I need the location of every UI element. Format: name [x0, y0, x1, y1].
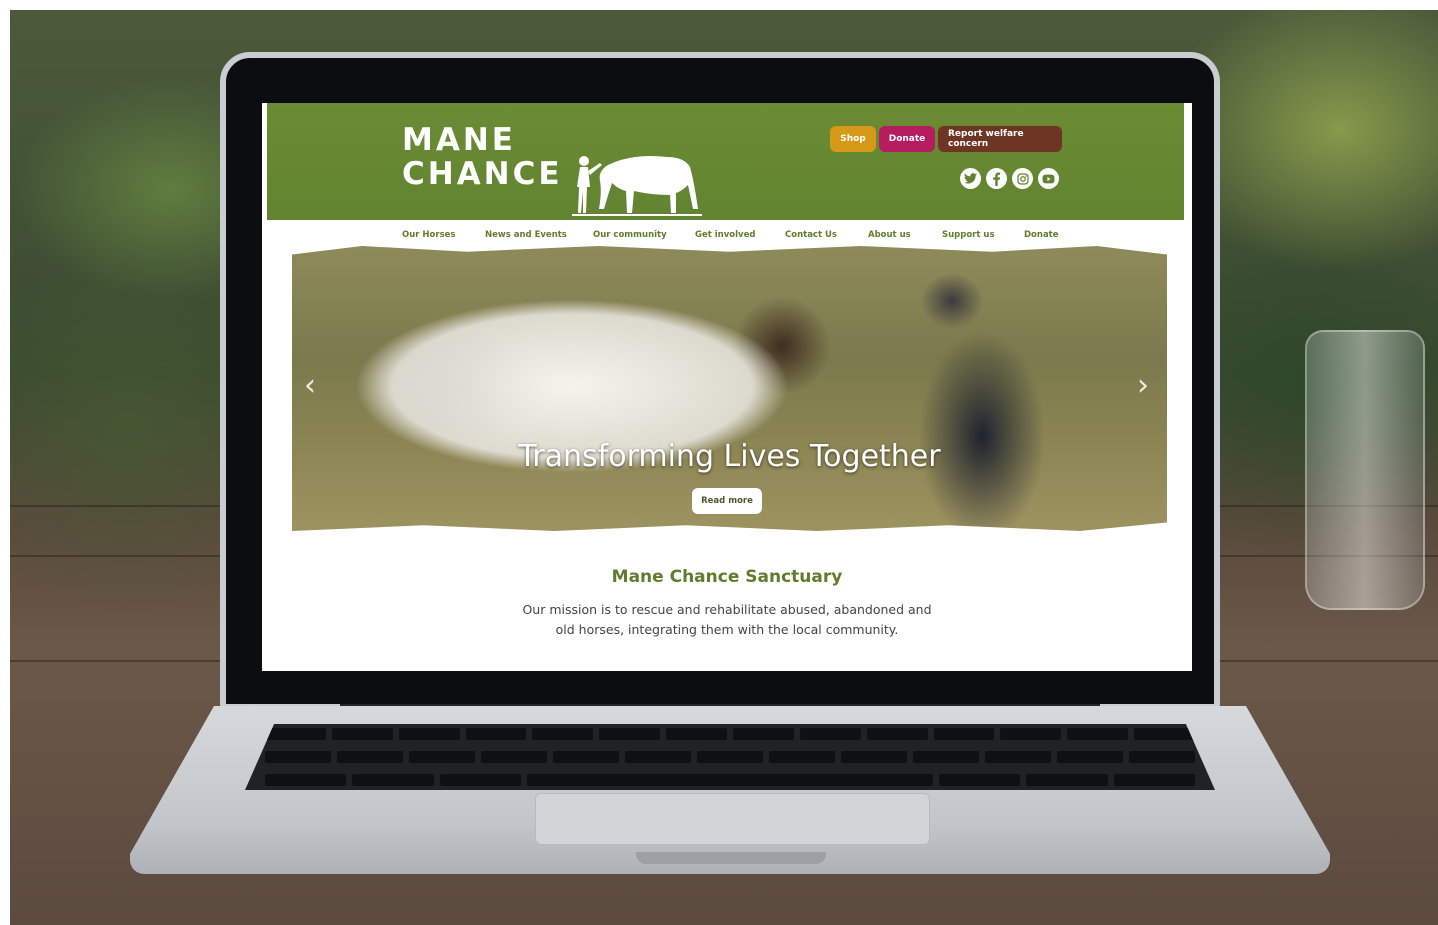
header-buttons: Shop Donate Report welfare concern — [830, 126, 1062, 152]
nav-our-horses[interactable]: Our Horses — [402, 230, 455, 240]
laptop-screen: MANE CHANCE Shop Donate Report welfare c… — [262, 103, 1192, 671]
report-welfare-button[interactable]: Report welfare concern — [938, 126, 1062, 152]
shop-button[interactable]: Shop — [830, 126, 876, 152]
site-header: MANE CHANCE Shop Donate Report welfare c… — [267, 103, 1184, 220]
hero-slider: ‹ › Transforming Lives Together Read mor… — [292, 246, 1167, 531]
logo-line-2: CHANCE — [402, 156, 563, 192]
section-heading: Mane Chance Sanctuary — [611, 567, 843, 587]
laptop-trackpad — [535, 793, 930, 845]
read-more-button[interactable]: Read more — [692, 488, 762, 514]
twitter-icon[interactable] — [960, 168, 981, 189]
chevron-right-icon[interactable]: › — [1137, 371, 1149, 401]
youtube-icon[interactable] — [1038, 168, 1059, 189]
nav-our-community[interactable]: Our community — [593, 230, 667, 240]
laptop-notch — [636, 852, 826, 864]
laptop-keyboard — [245, 724, 1215, 790]
nav-news-and-events[interactable]: News and Events — [485, 230, 567, 240]
facebook-icon[interactable] — [986, 168, 1007, 189]
main-nav: Our Horses News and Events Our community… — [262, 220, 1192, 250]
nav-get-involved[interactable]: Get involved — [695, 230, 755, 240]
logo-line-1: MANE — [402, 122, 516, 158]
nav-about-us[interactable]: About us — [868, 230, 911, 240]
chevron-left-icon[interactable]: ‹ — [304, 371, 316, 401]
donate-button[interactable]: Donate — [879, 126, 935, 152]
site-logo[interactable]: MANE CHANCE — [402, 123, 563, 191]
nav-contact-us[interactable]: Contact Us — [785, 230, 837, 240]
nav-donate[interactable]: Donate — [1024, 230, 1059, 240]
nav-support-us[interactable]: Support us — [942, 230, 995, 240]
hero-title: Transforming Lives Together — [518, 439, 941, 474]
mission-text: Our mission is to rescue and rehabilitat… — [522, 602, 932, 637]
horse-logo-icon — [572, 156, 702, 216]
instagram-icon[interactable] — [1012, 168, 1033, 189]
social-links — [960, 168, 1059, 189]
glass-jar — [1305, 330, 1425, 610]
